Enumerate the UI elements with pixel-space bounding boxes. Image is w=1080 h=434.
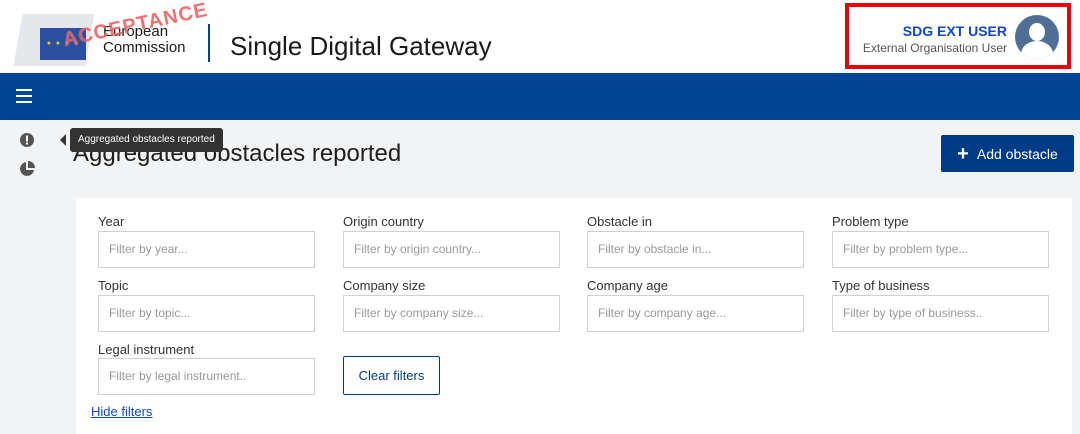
type-of-business-filter-input[interactable]: Filter by type of business.. [832,295,1049,332]
user-role: External Organisation User [862,41,1007,55]
european-commission-logo[interactable]: ★ ★ ★ ★ European Commission ACCEPTANCE [13,0,218,70]
filter-label-company-size: Company size [343,278,426,293]
filter-label-problem-type: Problem type [832,214,909,229]
filter-label-type-of-business: Type of business [832,278,930,293]
main-content: Aggregated obstacles reported + Add obst… [55,120,1080,434]
sidebar-tooltip: Aggregated obstacles reported [60,128,223,152]
filter-label-topic: Topic [98,278,129,293]
filter-label-legal-instrument: Legal instrument [98,342,195,357]
add-obstacle-button[interactable]: + Add obstacle [941,135,1074,172]
filter-label-obstacle-in: Obstacle in [587,214,653,229]
add-obstacle-label: Add obstacle [976,145,1058,162]
problem-type-filter-input[interactable]: Filter by problem type... [832,231,1049,268]
topic-filter-input[interactable]: Filter by topic... [98,295,315,332]
sidebar [0,120,55,434]
legal-instrument-filter-input[interactable]: Filter by legal instrument.. [98,358,315,395]
filter-label-origin-country: Origin country [343,214,424,229]
site-title: Single Digital Gateway [230,31,492,61]
hide-filters-link[interactable]: Hide filters [91,404,152,419]
avatar-body [1021,41,1053,59]
avatar[interactable] [1015,15,1059,59]
hamburger-menu-icon[interactable] [16,89,36,105]
filter-label-year: Year [98,214,125,229]
logo-separator [208,24,210,62]
year-filter-input[interactable]: Filter by year... [98,231,315,268]
plus-icon: + [957,142,969,165]
clear-filters-button[interactable]: Clear filters [343,356,440,395]
obstacle-in-filter-input[interactable]: Filter by obstacle in... [587,231,804,268]
filter-label-company-age: Company age [587,278,668,293]
company-age-filter-input[interactable]: Filter by company age... [587,295,804,332]
site-header: ★ ★ ★ ★ European Commission ACCEPTANCE S… [0,0,1080,73]
exclamation-circle-icon[interactable] [18,131,36,149]
company-size-filter-input[interactable]: Filter by company size... [343,295,560,332]
filter-panel: Year Filter by year... Origin country Fi… [76,198,1072,434]
avatar-head [1029,23,1045,41]
pie-chart-icon[interactable] [18,160,36,178]
user-menu[interactable]: SDG EXT USER External Organisation User [845,3,1071,69]
user-name: SDG EXT USER [902,23,1007,39]
origin-country-filter-input[interactable]: Filter by origin country... [343,231,560,268]
top-nav-bar [0,73,1080,120]
logo-text-line2: Commission [103,39,186,56]
